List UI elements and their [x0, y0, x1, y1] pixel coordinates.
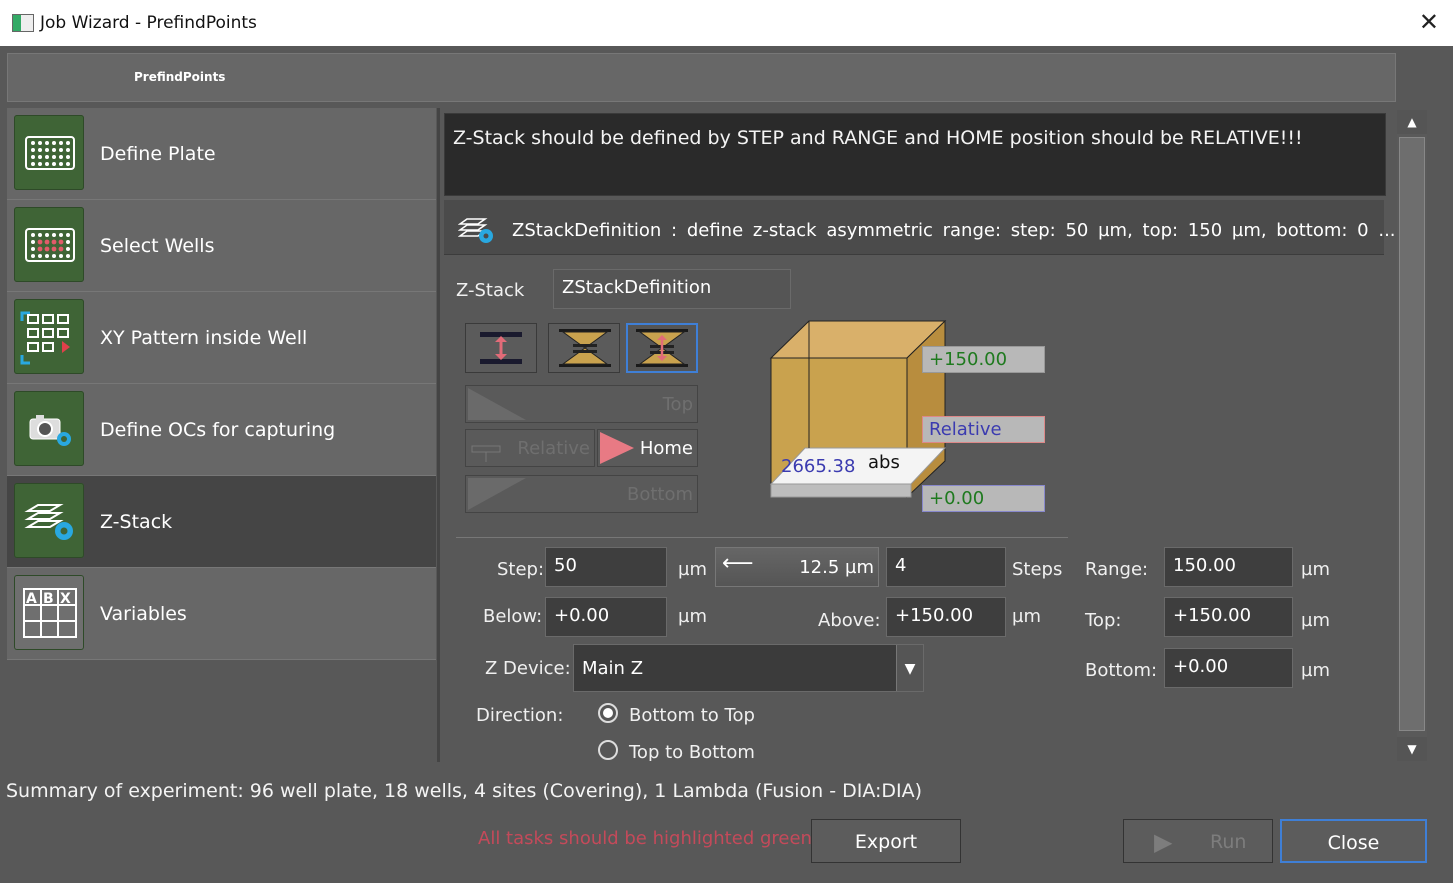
zdevice-value: Main Z: [582, 658, 644, 679]
sidebar-item-label: Define OCs for capturing: [100, 419, 336, 441]
asymmetric-range-button[interactable]: [548, 323, 620, 373]
step-size-slider[interactable]: ⟵ 12.5 µm: [715, 547, 879, 587]
task-sidebar: Define Plate Select Wells XY Pattern ins…: [7, 108, 436, 660]
zdevice-select[interactable]: Main Z ▼: [573, 644, 924, 692]
range-input[interactable]: 150.00: [1164, 547, 1293, 587]
home-label: Home: [639, 438, 693, 459]
set-top-label: Top: [662, 394, 693, 415]
zdevice-label: Z Device:: [485, 658, 571, 679]
zstack-summary-text: ZStackDefinition : define z-stack asymme…: [512, 220, 1396, 241]
step-input[interactable]: 50: [545, 547, 667, 587]
set-bottom-button[interactable]: Bottom: [465, 475, 698, 513]
close-button[interactable]: Close: [1280, 819, 1427, 863]
select-wells-icon: [14, 207, 84, 282]
direction-bottom-to-top-radio[interactable]: [598, 703, 618, 723]
symmetric-range-button[interactable]: [465, 323, 537, 373]
direction-top-to-bottom-radio[interactable]: [598, 740, 618, 760]
panel-scrollbar[interactable]: ▲ ▼: [1397, 110, 1427, 761]
sidebar-item-define-plate[interactable]: Define Plate: [7, 108, 436, 200]
steps-label: Steps: [1012, 559, 1063, 580]
sidebar-item-xy-pattern[interactable]: XY Pattern inside Well: [7, 292, 436, 384]
bottom-unit: µm: [1301, 660, 1330, 681]
sidebar-item-z-stack[interactable]: Z-Stack: [7, 476, 436, 568]
cube-top-offset: +150.00: [922, 346, 1045, 373]
set-top-button[interactable]: Top: [465, 385, 698, 423]
svg-text:B: B: [43, 591, 54, 607]
zstack-gear-icon: [457, 216, 498, 248]
relative-mode-button[interactable]: Relative: [465, 429, 595, 467]
step-unit: µm: [678, 559, 707, 580]
home-button[interactable]: Home: [597, 429, 698, 467]
direction-clip: Top to Bottom: [440, 735, 1395, 761]
run-label: Run: [1210, 831, 1247, 853]
camera-gear-icon: [14, 391, 84, 466]
sidebar-item-label: Variables: [100, 603, 187, 625]
relative-mode-label: Relative: [517, 438, 590, 459]
step-size-value: 12.5 µm: [799, 557, 874, 578]
app-icon: [12, 14, 34, 32]
play-icon: ▶: [1154, 828, 1173, 856]
range-unit: µm: [1301, 559, 1330, 580]
top-unit: µm: [1301, 610, 1330, 631]
svg-text:X: X: [60, 591, 71, 607]
arrow-left-icon: ⟵: [722, 551, 754, 576]
top-input[interactable]: +150.00: [1164, 597, 1293, 637]
bottom-label: Bottom:: [1085, 660, 1158, 681]
zstack-name-label: Z-Stack: [456, 280, 525, 301]
wizard-header: PrefindPoints: [7, 53, 1396, 102]
sidebar-item-define-ocs[interactable]: Define OCs for capturing: [7, 384, 436, 476]
above-unit: µm: [1012, 606, 1041, 627]
cube-home-mode: Relative: [922, 416, 1045, 443]
cube-abs-label: abs: [868, 452, 900, 473]
export-button[interactable]: Export: [811, 819, 961, 863]
xy-pattern-icon: [14, 299, 84, 374]
top-label: Top:: [1085, 610, 1122, 631]
sidebar-item-label: Define Plate: [100, 143, 216, 165]
scroll-thumb[interactable]: [1399, 137, 1425, 731]
title-bar: Job Wizard - PrefindPoints ✕: [0, 0, 1453, 46]
sidebar-item-label: Select Wells: [100, 235, 215, 257]
window-title: Job Wizard - PrefindPoints: [40, 13, 257, 33]
steps-input[interactable]: 4: [886, 547, 1006, 587]
run-button[interactable]: ▶ Run: [1123, 819, 1273, 863]
sidebar-item-label: Z-Stack: [100, 511, 173, 533]
window-close-icon[interactable]: ✕: [1419, 8, 1439, 36]
cube-bottom-offset: +0.00: [922, 485, 1045, 512]
range-label: Range:: [1085, 559, 1149, 580]
zstack-name-field[interactable]: ZStackDefinition: [553, 269, 791, 309]
direction-option-label: Bottom to Top: [629, 705, 755, 726]
sidebar-item-variables[interactable]: A B X Variables: [7, 568, 436, 660]
svg-text:A: A: [26, 591, 37, 607]
chevron-down-icon: ▼: [896, 645, 923, 691]
below-unit: µm: [678, 606, 707, 627]
sidebar-item-label: XY Pattern inside Well: [100, 327, 308, 349]
direction-option-label: Top to Bottom: [629, 742, 755, 761]
above-label: Above:: [818, 610, 881, 631]
sidebar-item-select-wells[interactable]: Select Wells: [7, 200, 436, 292]
bottom-input[interactable]: +0.00: [1164, 648, 1293, 688]
above-input[interactable]: +150.00: [886, 597, 1006, 637]
plate-grid-icon: [14, 115, 84, 190]
scroll-down-icon[interactable]: ▼: [1397, 737, 1427, 761]
zstack-summary-bar[interactable]: ZStackDefinition : define z-stack asymme…: [444, 200, 1396, 255]
scroll-up-icon[interactable]: ▲: [1397, 110, 1427, 134]
validation-warning: All tasks should be highlighted green.: [478, 828, 818, 849]
cube-abs-value: 2665.38: [781, 456, 856, 477]
instruction-notice: Z-Stack should be defined by STEP and RA…: [444, 113, 1386, 196]
set-bottom-label: Bottom: [626, 484, 693, 505]
panel-splitter[interactable]: [437, 108, 440, 762]
step-label: Step:: [497, 559, 545, 580]
experiment-summary: Summary of experiment: 96 well plate, 18…: [6, 780, 923, 802]
below-input[interactable]: +0.00: [545, 597, 667, 637]
wizard-header-title: PrefindPoints: [134, 70, 226, 84]
relative-home-button[interactable]: [626, 323, 698, 373]
below-label: Below:: [483, 606, 543, 627]
instruction-text: Z-Stack should be defined by STEP and RA…: [453, 127, 1303, 149]
direction-label: Direction:: [476, 705, 564, 726]
section-divider: [456, 537, 1068, 538]
zstack-gear-icon: [14, 483, 84, 558]
variables-table-icon: A B X: [14, 575, 84, 650]
